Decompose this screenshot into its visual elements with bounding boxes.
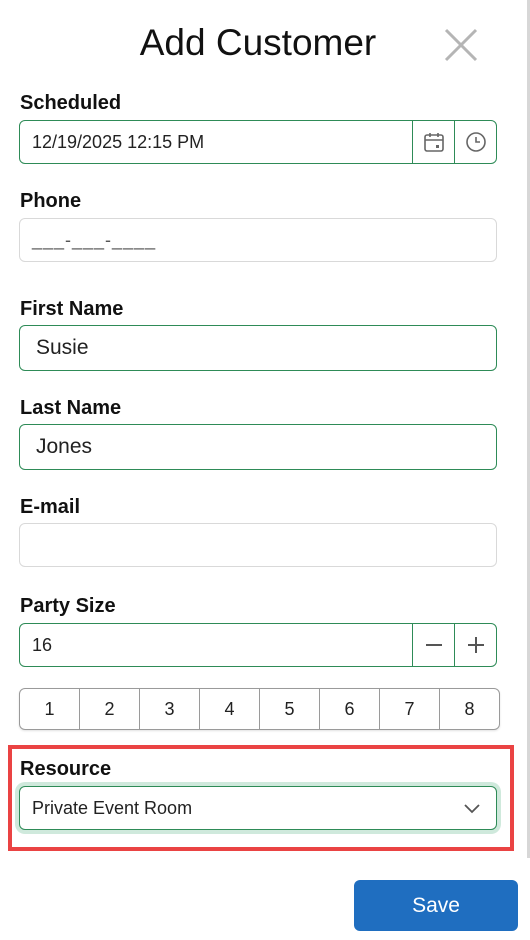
party-size-label: Party Size: [20, 595, 116, 617]
quick-pick-6[interactable]: 6: [319, 689, 379, 729]
first-name-label: First Name: [20, 298, 124, 320]
quick-pick-3[interactable]: 3: [139, 689, 199, 729]
quick-pick-1[interactable]: 1: [20, 689, 79, 729]
plus-icon: [467, 637, 484, 653]
resource-label: Resource: [20, 758, 112, 780]
clock-button[interactable]: [454, 121, 496, 163]
phone-label: Phone: [20, 190, 82, 212]
scheduled-field[interactable]: 12/19/2025 12:15 PM: [19, 120, 497, 164]
last-name-input[interactable]: Jones: [19, 424, 497, 470]
quick-pick-2[interactable]: 2: [79, 689, 139, 729]
first-name-value[interactable]: Susie: [20, 336, 496, 360]
increment-button[interactable]: [454, 624, 496, 666]
resource-selected-value[interactable]: Private Event Room: [20, 798, 460, 819]
quick-pick-7[interactable]: 7: [379, 689, 439, 729]
last-name-label: Last Name: [20, 397, 122, 419]
minus-icon: [425, 644, 442, 646]
decrement-button[interactable]: [412, 624, 454, 666]
add-customer-dialog: Add Customer Scheduled 12/19/2025 12:15 …: [0, 0, 530, 940]
save-button[interactable]: Save: [354, 880, 518, 931]
phone-input[interactable]: ___-___-____: [19, 218, 497, 262]
party-size-value[interactable]: 16: [20, 635, 412, 656]
dialog-title: Add Customer: [139, 22, 377, 63]
calendar-icon: [423, 133, 444, 152]
phone-value[interactable]: ___-___-____: [20, 230, 496, 251]
calendar-button[interactable]: [412, 121, 454, 163]
clock-icon: [465, 132, 486, 152]
last-name-value[interactable]: Jones: [20, 435, 496, 459]
chevron-down-icon[interactable]: [460, 796, 484, 820]
close-button[interactable]: [442, 26, 480, 64]
party-size-quick-picks: 1 2 3 4 5 6 7 8: [19, 688, 500, 730]
first-name-input[interactable]: Susie: [19, 325, 497, 371]
scheduled-value[interactable]: 12/19/2025 12:15 PM: [20, 132, 412, 153]
quick-pick-8[interactable]: 8: [439, 689, 499, 729]
email-label: E-mail: [20, 496, 81, 518]
quick-pick-4[interactable]: 4: [199, 689, 259, 729]
party-size-stepper[interactable]: 16: [19, 623, 497, 667]
quick-pick-5[interactable]: 5: [259, 689, 319, 729]
close-icon: [444, 28, 478, 62]
scheduled-label: Scheduled: [20, 92, 122, 114]
resource-select[interactable]: Private Event Room: [19, 786, 497, 830]
email-input[interactable]: [19, 523, 497, 567]
